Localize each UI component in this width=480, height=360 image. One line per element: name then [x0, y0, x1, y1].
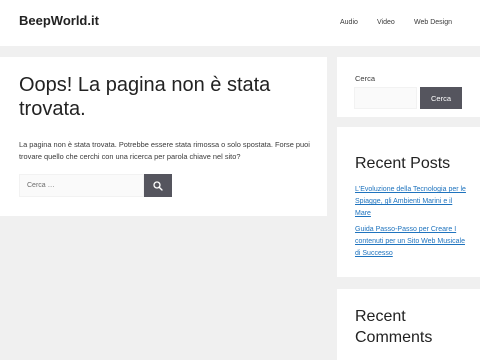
recent-post-link[interactable]: Guida Passo-Passo per Creare I contenuti… — [355, 224, 470, 260]
nav-item-web-design[interactable]: Web Design — [414, 17, 452, 29]
recent-posts-widget: Recent Posts L'Evoluzione della Tecnolog… — [337, 127, 480, 277]
sidebar-search-button[interactable]: Cerca — [420, 87, 462, 109]
sidebar-search-input[interactable] — [354, 87, 417, 109]
content-search-button[interactable] — [144, 174, 172, 197]
recent-post-link[interactable]: L'Evoluzione della Tecnologia per le Spi… — [355, 184, 470, 220]
sidebar-search-label: Cerca — [355, 74, 376, 83]
main-navigation: Audio Video Web Design — [0, 17, 480, 29]
search-icon — [153, 180, 163, 191]
sidebar-search-widget: Cerca Cerca — [337, 57, 480, 117]
content-search-input[interactable] — [19, 174, 144, 197]
site-header: BeepWorld.it Audio Video Web Design — [0, 0, 480, 46]
not-found-message: La pagina non è stata trovata. Potrebbe … — [19, 140, 310, 161]
recent-comments-widget: Recent Comments — [337, 289, 480, 360]
content-search-form — [19, 174, 172, 197]
nav-item-video[interactable]: Video — [377, 17, 395, 29]
page-title: Oops! La pagina non è stata trovata. — [19, 74, 271, 120]
nav-item-audio[interactable]: Audio — [340, 17, 358, 29]
recent-comments-title: Recent Comments — [355, 308, 433, 346]
main-content: Oops! La pagina non è stata trovata. La … — [0, 57, 327, 216]
recent-posts-title: Recent Posts — [355, 155, 451, 172]
